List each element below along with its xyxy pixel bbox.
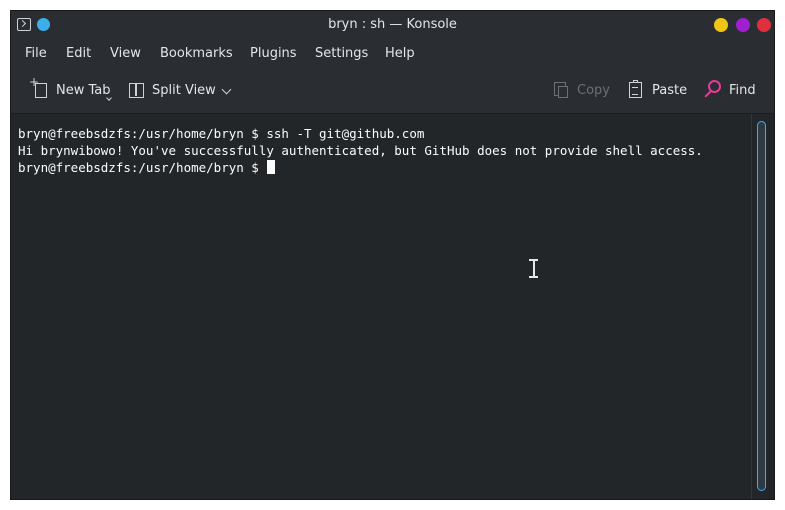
- split-view-icon: [129, 83, 144, 98]
- paste-label: Paste: [652, 83, 688, 98]
- copy-button[interactable]: Copy: [554, 69, 614, 113]
- copy-label: Copy: [577, 83, 610, 98]
- copy-icon: [554, 82, 568, 98]
- scrollbar-thumb[interactable]: [757, 121, 766, 491]
- menu-edit[interactable]: Edit: [66, 46, 91, 61]
- new-tab-label: New Tab: [56, 83, 111, 98]
- new-tab-button[interactable]: New Tab: [29, 69, 115, 113]
- konsole-window: bryn : sh — Konsole File Edit View Bookm…: [10, 10, 775, 500]
- terminal-scrollbar[interactable]: [751, 114, 774, 499]
- menu-settings[interactable]: Settings: [315, 46, 368, 61]
- text-cursor: [267, 160, 276, 174]
- new-tab-icon: [29, 75, 47, 98]
- menu-plugins[interactable]: Plugins: [250, 46, 297, 61]
- terminal-view[interactable]: bryn@freebsdzfs:/usr/home/bryn $ ssh -T …: [11, 114, 751, 499]
- maximize-button[interactable]: [736, 18, 750, 32]
- window-title: bryn : sh — Konsole: [328, 17, 457, 32]
- chevron-down-icon[interactable]: [221, 84, 232, 95]
- toolbar: New Tab Split View Copy Paste Find: [11, 69, 774, 114]
- find-button[interactable]: Find: [704, 69, 764, 113]
- menu-bar: File Edit View Bookmarks Plugins Setting…: [11, 39, 774, 69]
- terminal-line: Hi brynwibowo! You've successfully authe…: [18, 143, 703, 158]
- mouse-ibeam-cursor-icon: [529, 259, 538, 278]
- paste-button[interactable]: Paste: [629, 69, 693, 113]
- split-view-label: Split View: [152, 83, 216, 98]
- split-view-button[interactable]: Split View: [129, 69, 239, 113]
- chevron-down-icon: [106, 95, 112, 101]
- find-label: Find: [729, 83, 756, 98]
- terminal-line: bryn@freebsdzfs:/usr/home/bryn $ ssh -T …: [18, 126, 425, 141]
- menu-file[interactable]: File: [25, 46, 47, 61]
- menu-help[interactable]: Help: [385, 46, 415, 61]
- title-bar[interactable]: bryn : sh — Konsole: [11, 11, 774, 39]
- menu-bookmarks[interactable]: Bookmarks: [160, 46, 233, 61]
- minimize-button[interactable]: [714, 18, 728, 32]
- paste-icon: [629, 80, 642, 98]
- search-icon: [708, 80, 721, 93]
- menu-view[interactable]: View: [110, 46, 141, 61]
- terminal-prompt-line: bryn@freebsdzfs:/usr/home/bryn $: [18, 159, 276, 176]
- close-button[interactable]: [757, 18, 771, 32]
- terminal-prompt: bryn@freebsdzfs:/usr/home/bryn $: [18, 160, 267, 175]
